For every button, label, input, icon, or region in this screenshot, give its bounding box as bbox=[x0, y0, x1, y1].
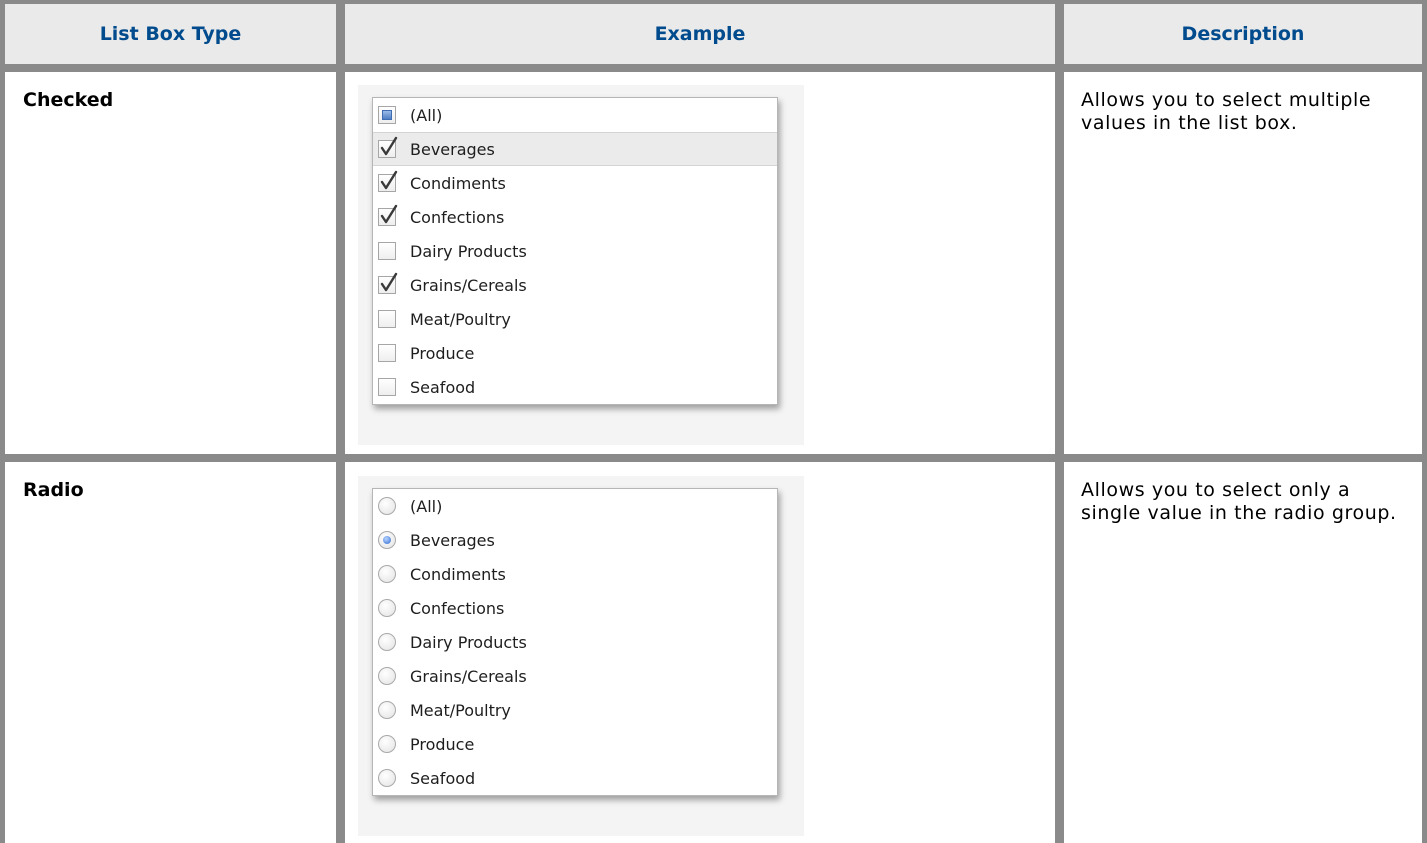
header-example: Example bbox=[345, 4, 1055, 64]
list-item[interactable]: Produce bbox=[373, 727, 777, 761]
list-box-type-name: Checked bbox=[23, 89, 114, 111]
row-radio-example-cell: (All) Beverages Condiments Confections Dairy… bbox=[345, 462, 1055, 843]
list-item[interactable]: Beverages bbox=[373, 523, 777, 557]
empty-checkbox-icon[interactable] bbox=[378, 310, 396, 328]
radio-list-box-screenshot: (All) Beverages Condiments Confections Dairy… bbox=[358, 476, 804, 836]
list-item[interactable]: Seafood bbox=[373, 370, 777, 404]
radio-list-box: (All) Beverages Condiments Confections Dairy… bbox=[372, 488, 778, 796]
list-item-label: Seafood bbox=[410, 768, 476, 788]
list-item[interactable]: (All) bbox=[373, 98, 777, 132]
list-item[interactable]: Beverages bbox=[373, 132, 777, 166]
list-item-label: (All) bbox=[410, 105, 443, 125]
list-item-label: Produce bbox=[410, 343, 475, 363]
radio-unselected-icon[interactable] bbox=[378, 565, 396, 583]
list-item-label: Beverages bbox=[410, 530, 495, 550]
list-item[interactable]: Confections bbox=[373, 200, 777, 234]
list-item[interactable]: Grains/Cereals bbox=[373, 268, 777, 302]
header-label: Description bbox=[1181, 23, 1305, 45]
row-checked-description-cell: Allows you to select multiple values in … bbox=[1064, 72, 1422, 454]
empty-checkbox-icon[interactable] bbox=[378, 378, 396, 396]
header-label: List Box Type bbox=[99, 23, 242, 45]
radio-unselected-icon[interactable] bbox=[378, 735, 396, 753]
list-item[interactable]: Condiments bbox=[373, 166, 777, 200]
empty-checkbox-icon[interactable] bbox=[378, 242, 396, 260]
list-box-type-description: Allows you to select only a single value… bbox=[1081, 479, 1397, 524]
radio-unselected-icon[interactable] bbox=[378, 667, 396, 685]
header-list-box-type: List Box Type bbox=[5, 4, 336, 64]
checked-list-box: (All) Beverages Condiments Confections Dairy… bbox=[372, 97, 778, 405]
radio-unselected-icon[interactable] bbox=[378, 769, 396, 787]
list-item-label: Dairy Products bbox=[410, 241, 527, 261]
list-item-label: Meat/Poultry bbox=[410, 309, 511, 329]
radio-unselected-icon[interactable] bbox=[378, 701, 396, 719]
list-item-label: Grains/Cereals bbox=[410, 275, 527, 295]
list-item-label: Seafood bbox=[410, 377, 476, 397]
list-item-label: Meat/Poultry bbox=[410, 700, 511, 720]
radio-unselected-icon[interactable] bbox=[378, 633, 396, 651]
list-item[interactable]: Grains/Cereals bbox=[373, 659, 777, 693]
checked-list-box-screenshot: (All) Beverages Condiments Confections Dairy… bbox=[358, 85, 804, 445]
header-label: Example bbox=[654, 23, 746, 45]
list-item-label: Produce bbox=[410, 734, 475, 754]
list-item[interactable]: (All) bbox=[373, 489, 777, 523]
checkmark-icon[interactable] bbox=[378, 136, 398, 158]
list-item-label: Dairy Products bbox=[410, 632, 527, 652]
checkmark-icon[interactable] bbox=[378, 272, 398, 294]
indeterminate-square-icon[interactable] bbox=[378, 106, 396, 124]
list-item-label: Grains/Cereals bbox=[410, 666, 527, 686]
list-box-types-table: List Box Type Example Description Checke… bbox=[0, 0, 1427, 843]
list-item-label: Confections bbox=[410, 598, 505, 618]
list-item[interactable]: Meat/Poultry bbox=[373, 693, 777, 727]
checkmark-icon[interactable] bbox=[378, 204, 398, 226]
row-radio-description-cell: Allows you to select only a single value… bbox=[1064, 462, 1422, 843]
radio-selected-icon[interactable] bbox=[378, 531, 396, 549]
list-item-label: Confections bbox=[410, 207, 505, 227]
list-box-type-name: Radio bbox=[23, 479, 84, 501]
list-item[interactable]: Dairy Products bbox=[373, 625, 777, 659]
row-checked-type-cell: Checked bbox=[5, 72, 336, 454]
list-item[interactable]: Seafood bbox=[373, 761, 777, 795]
list-item[interactable]: Confections bbox=[373, 591, 777, 625]
list-item-label: Condiments bbox=[410, 564, 506, 584]
list-item[interactable]: Dairy Products bbox=[373, 234, 777, 268]
list-item-label: Condiments bbox=[410, 173, 506, 193]
list-item[interactable]: Produce bbox=[373, 336, 777, 370]
row-checked-example-cell: (All) Beverages Condiments Confections Dairy… bbox=[345, 72, 1055, 454]
row-radio-type-cell: Radio bbox=[5, 462, 336, 843]
radio-unselected-icon[interactable] bbox=[378, 599, 396, 617]
list-box-type-description: Allows you to select multiple values in … bbox=[1081, 89, 1372, 134]
list-item[interactable]: Condiments bbox=[373, 557, 777, 591]
checkmark-icon[interactable] bbox=[378, 170, 398, 192]
list-item[interactable]: Meat/Poultry bbox=[373, 302, 777, 336]
list-item-label: (All) bbox=[410, 496, 443, 516]
radio-unselected-icon[interactable] bbox=[378, 497, 396, 515]
list-item-label: Beverages bbox=[410, 139, 495, 159]
empty-checkbox-icon[interactable] bbox=[378, 344, 396, 362]
header-description: Description bbox=[1064, 4, 1422, 64]
